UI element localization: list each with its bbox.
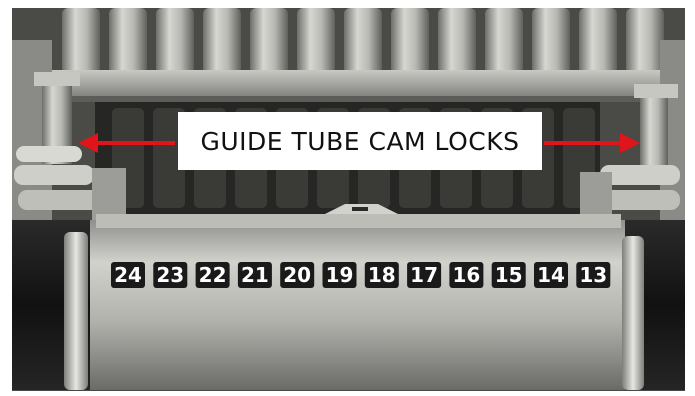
tube-number-label: 22 <box>195 262 230 288</box>
top-rail-edge <box>45 96 665 102</box>
tube-number-label: 14 <box>534 262 568 288</box>
tube-number-label: 17 <box>407 262 442 288</box>
tube-number-label: 19 <box>322 262 357 288</box>
upper-tube <box>297 8 335 74</box>
tube-number-label: 15 <box>491 262 526 288</box>
upper-tube <box>579 8 617 74</box>
tube-number-label: 16 <box>449 262 484 288</box>
label-number: 19 <box>326 263 354 287</box>
upper-tube <box>203 8 241 74</box>
upper-tube <box>485 8 523 74</box>
center-tab-slot <box>352 207 368 211</box>
tube-number-label: 24 <box>111 262 145 288</box>
left-hose-clamp <box>64 232 88 390</box>
label-number: 23 <box>156 263 184 287</box>
tube-number-label: 18 <box>364 262 399 288</box>
label-number: 16 <box>452 263 480 287</box>
upper-tube <box>438 8 476 74</box>
label-number: 15 <box>495 263 523 287</box>
upper-tube <box>391 8 429 74</box>
label-number: 13 <box>579 263 607 287</box>
upper-tube <box>250 8 288 74</box>
label-number: 24 <box>114 263 142 287</box>
callout-label: GUIDE TUBE CAM LOCKS <box>178 112 542 170</box>
upper-tube <box>626 8 664 74</box>
tube-number-label: 20 <box>280 262 315 288</box>
right-bracket-cap <box>634 84 678 98</box>
label-number: 18 <box>368 263 396 287</box>
left-bracket-cap <box>34 72 80 86</box>
label-number: 20 <box>283 263 311 287</box>
main-drum <box>90 220 625 390</box>
upper-tube <box>156 8 194 74</box>
photo-scene: 24 23 22 21 20 19 18 17 16 15 14 13 <box>0 0 695 396</box>
tube-number-label: 23 <box>153 262 188 288</box>
upper-tube <box>344 8 382 74</box>
tube-number-label: 13 <box>576 262 611 288</box>
label-number: 21 <box>241 263 269 287</box>
label-number: 22 <box>199 263 227 287</box>
tube-number-label: 21 <box>237 262 272 288</box>
right-hose-clamp <box>622 236 644 390</box>
upper-tube <box>532 8 570 74</box>
upper-tube <box>109 8 147 74</box>
label-number: 14 <box>537 263 565 287</box>
top-rail <box>45 70 665 98</box>
upper-tube <box>62 8 100 74</box>
label-number: 17 <box>410 263 438 287</box>
drum-top-plate <box>96 214 621 228</box>
